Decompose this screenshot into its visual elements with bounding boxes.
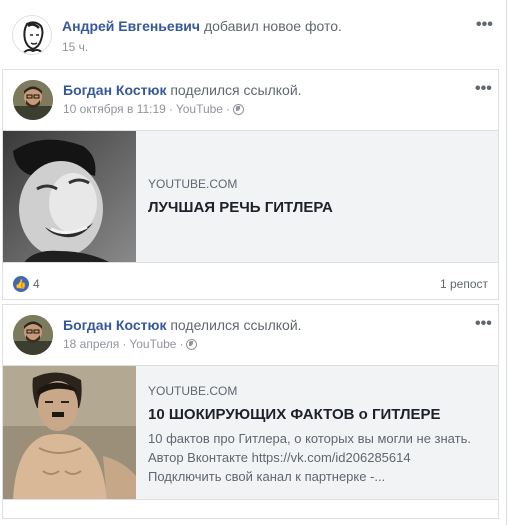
author-name[interactable]: Богдан Костюк [63, 82, 166, 98]
link-text: YOUTUBE.COM ЛУЧШАЯ РЕЧЬ ГИТЛЕРА [148, 177, 488, 216]
link-title[interactable]: 10 ШОКИРУЮЩИХ ФАКТОВ о ГИТЛЕРЕ [148, 406, 488, 423]
shared-post: Богдан Костюк поделился ссылкой. 10 октя… [2, 69, 499, 300]
globe-icon[interactable] [186, 338, 198, 350]
description-line: 10 фактов про Гитлера, о которых вы могл… [148, 431, 471, 446]
link-preview[interactable]: YOUTUBE.COM ЛУЧШАЯ РЕЧЬ ГИТЛЕРА [3, 130, 498, 263]
post-meta: 18 апреля · YouTube · [63, 337, 198, 351]
shared-post-header: Богдан Костюк поделился ссылкой. 10 октя… [3, 70, 498, 130]
description-line: Автор Вконтакте https://vk.com/id2062856… [148, 450, 411, 465]
link-preview[interactable]: YOUTUBE.COM 10 ШОКИРУЮЩИХ ФАКТОВ о ГИТЛЕ… [3, 365, 498, 500]
post-action: добавил новое фото. [203, 18, 342, 34]
meta-separator: · [168, 102, 173, 116]
more-options-icon[interactable]: ••• [476, 17, 493, 33]
meta-separator: · [122, 337, 127, 351]
avatar[interactable] [13, 80, 53, 120]
like-icon[interactable]: 👍 [13, 276, 29, 292]
meta-separator: · [225, 102, 230, 116]
link-description: 10 фактов про Гитлера, о которых вы могл… [148, 429, 488, 486]
post-meta: 10 октября в 11:19 · YouTube · [63, 102, 244, 116]
link-thumbnail[interactable] [3, 131, 136, 262]
meta-separator: · [179, 337, 184, 351]
post-title-line: Богдан Костюк поделился ссылкой. [63, 317, 302, 333]
post-source[interactable]: YouTube [129, 337, 176, 351]
link-domain: YOUTUBE.COM [148, 177, 238, 191]
link-title[interactable]: ЛУЧШАЯ РЕЧЬ ГИТЛЕРА [148, 199, 488, 216]
post-footer: 👍 4 1 репост [3, 265, 498, 301]
globe-icon[interactable] [232, 103, 244, 115]
post-action: поделился ссылкой. [170, 82, 302, 98]
post-action: поделился ссылкой. [170, 317, 302, 333]
like-count[interactable]: 4 [33, 277, 40, 291]
author-name[interactable]: Андрей Евгеньевич [62, 18, 200, 34]
avatar[interactable] [12, 15, 52, 55]
repost-count[interactable]: 1 репост [440, 277, 488, 291]
post-time[interactable]: 15 ч. [62, 40, 88, 54]
more-options-icon[interactable]: ••• [475, 81, 492, 97]
description-line: Подключить свой канал к партнерке -... [148, 469, 386, 484]
feed-panel: Андрей Евгеньевич добавил новое фото. 15… [0, 0, 507, 525]
post-date[interactable]: 18 апреля [63, 337, 119, 351]
post-source[interactable]: YouTube [176, 102, 223, 116]
post-title-line: Богдан Костюк поделился ссылкой. [63, 82, 302, 98]
post-title-line: Андрей Евгеньевич добавил новое фото. [62, 18, 342, 34]
link-domain: YOUTUBE.COM [148, 384, 238, 398]
link-thumbnail[interactable] [3, 366, 136, 499]
shared-post-header: Богдан Костюк поделился ссылкой. 18 апре… [3, 305, 498, 365]
avatar[interactable] [13, 315, 53, 355]
post-date[interactable]: 10 октября в 11:19 [63, 102, 166, 116]
top-post-header: Андрей Евгеньевич добавил новое фото. 15… [0, 0, 507, 66]
author-name[interactable]: Богдан Костюк [63, 317, 166, 333]
link-text: YOUTUBE.COM 10 ШОКИРУЮЩИХ ФАКТОВ о ГИТЛЕ… [148, 384, 488, 486]
shared-post: Богдан Костюк поделился ссылкой. 18 апре… [2, 304, 499, 519]
more-options-icon[interactable]: ••• [475, 316, 492, 332]
